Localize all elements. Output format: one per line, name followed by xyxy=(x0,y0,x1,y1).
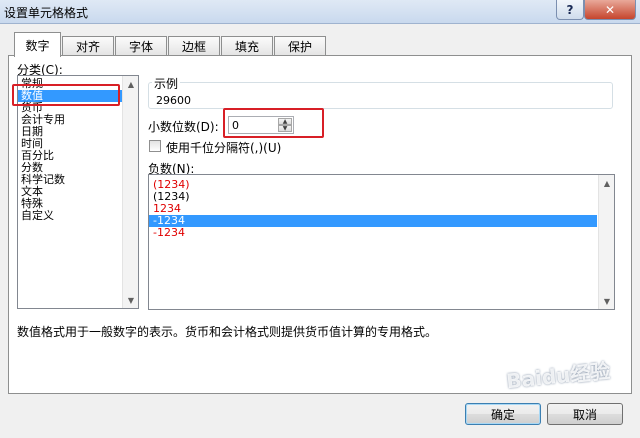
tab-border[interactable]: 边框 xyxy=(168,36,220,56)
spin-up-icon[interactable]: ▲ xyxy=(278,118,292,125)
scroll-up-icon[interactable]: ▲ xyxy=(599,175,614,191)
negative-item[interactable]: -1234 xyxy=(153,227,185,239)
title-bar: 设置单元格格式 ? ✕ xyxy=(0,0,640,24)
thousands-separator-label[interactable]: 使用千位分隔符(,)(U) xyxy=(166,139,281,156)
tab-protection[interactable]: 保护 xyxy=(274,36,326,56)
scroll-down-icon[interactable]: ▼ xyxy=(123,292,138,308)
sample-label: 示例 xyxy=(152,75,181,92)
help-button[interactable]: ? xyxy=(556,0,584,20)
tab-alignment[interactable]: 对齐 xyxy=(62,36,114,56)
tab-number[interactable]: 数字 xyxy=(14,32,61,57)
decimal-places-value: 0 xyxy=(232,119,239,132)
category-scrollbar[interactable]: ▲ ▼ xyxy=(122,76,138,308)
thousands-separator-checkbox[interactable] xyxy=(149,140,161,152)
negative-scrollbar[interactable]: ▲ ▼ xyxy=(598,175,614,309)
decimal-places-stepper[interactable]: 0 ▲ ▼ xyxy=(228,116,294,134)
category-item-custom[interactable]: 自定义 xyxy=(21,210,54,222)
spin-down-icon[interactable]: ▼ xyxy=(278,125,292,132)
scroll-up-icon[interactable]: ▲ xyxy=(123,76,138,92)
close-icon: ✕ xyxy=(604,2,616,17)
negative-numbers-list[interactable]: (1234) (1234) 1234 -1234 -1234 ▲ ▼ xyxy=(148,174,615,310)
scroll-down-icon[interactable]: ▼ xyxy=(599,293,614,309)
negative-item-selected[interactable]: -1234 xyxy=(149,215,597,227)
close-button[interactable]: ✕ xyxy=(584,0,636,20)
decimal-places-label: 小数位数(D): xyxy=(148,120,219,134)
tab-fill[interactable]: 填充 xyxy=(221,36,273,56)
sample-value: 29600 xyxy=(156,94,191,107)
category-list[interactable]: 常规 数值 货币 会计专用 日期 时间 百分比 分数 科学记数 文本 特殊 自定… xyxy=(17,75,139,309)
help-icon: ? xyxy=(566,2,574,17)
dialog-title: 设置单元格格式 xyxy=(4,6,89,20)
cancel-button[interactable]: 取消 xyxy=(547,403,623,425)
format-description: 数值格式用于一般数字的表示。货币和会计格式则提供货币值计算的专用格式。 xyxy=(17,325,438,339)
ok-button[interactable]: 确定 xyxy=(465,403,541,425)
sample-group xyxy=(148,82,613,109)
tab-font[interactable]: 字体 xyxy=(115,36,167,56)
